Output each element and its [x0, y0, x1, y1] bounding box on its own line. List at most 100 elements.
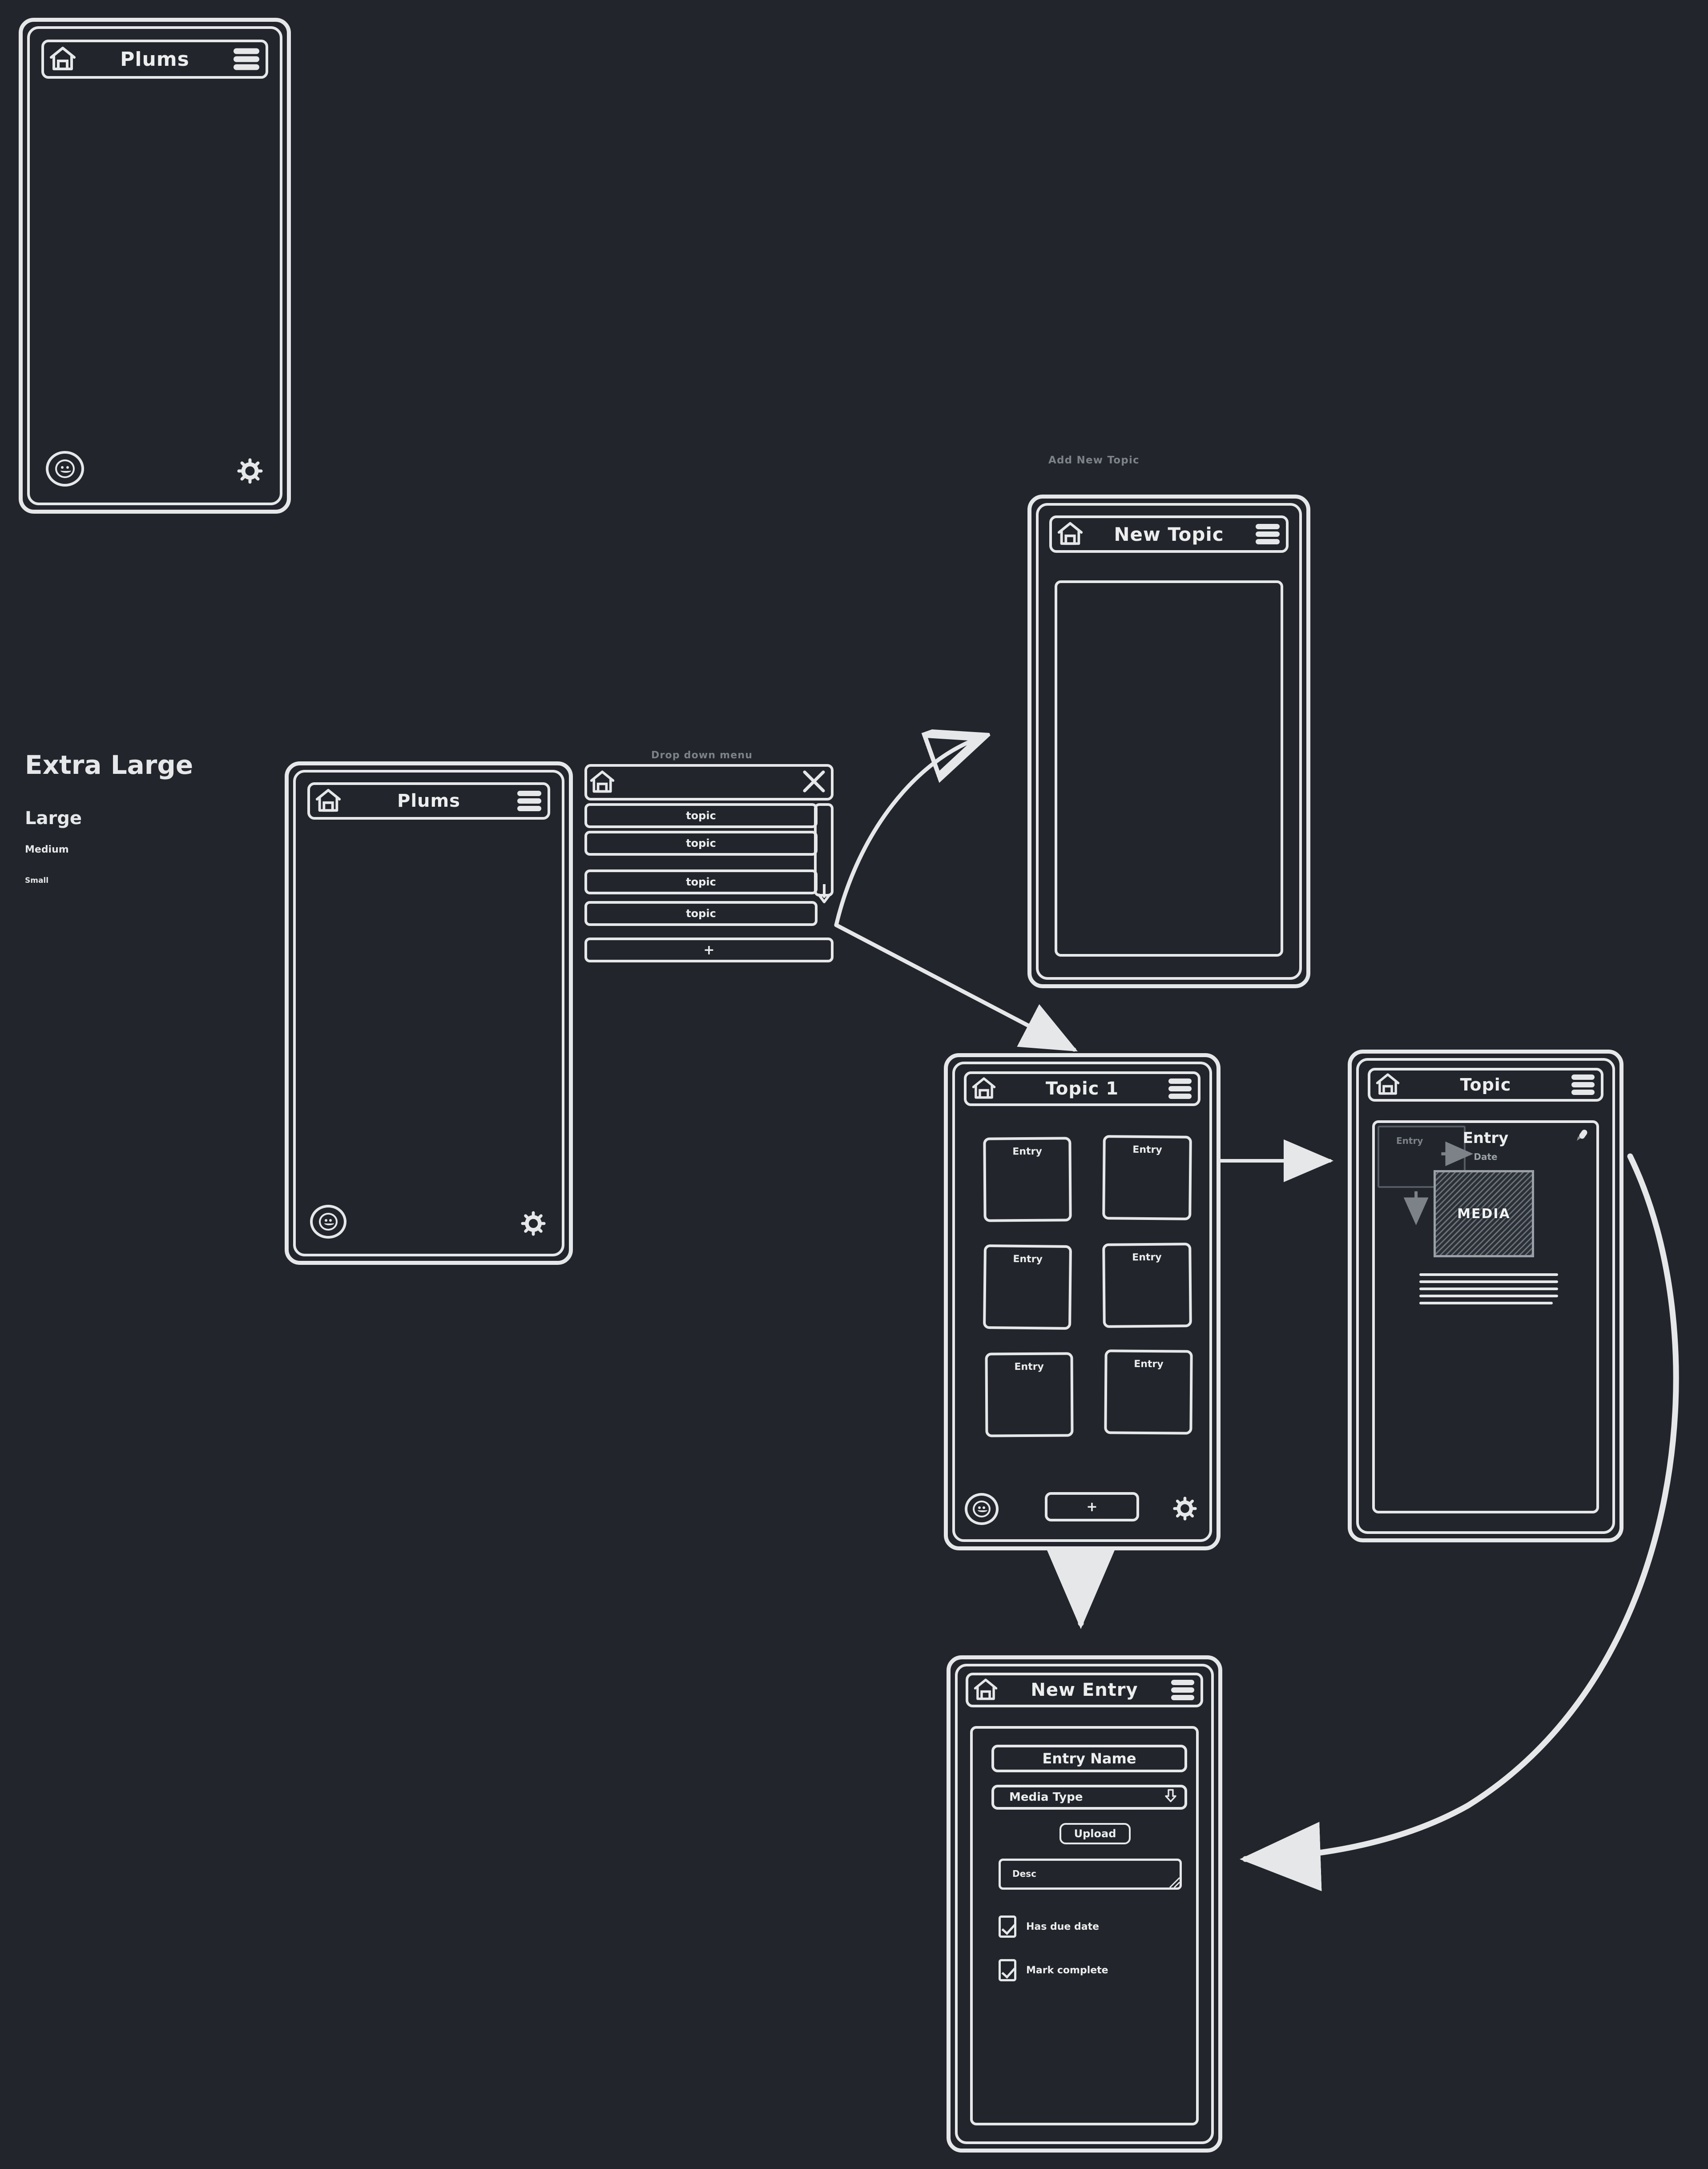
- titlebar-home-lg: Plums: [307, 782, 550, 820]
- profile-smiley-button[interactable]: [46, 451, 84, 487]
- screen-bezel: [27, 26, 282, 505]
- gear-icon[interactable]: [1172, 1496, 1198, 1523]
- home-icon[interactable]: [1056, 519, 1084, 549]
- titlebar-new-topic: New Topic: [1049, 515, 1289, 553]
- media-preview[interactable]: MEDIA: [1434, 1170, 1534, 1257]
- entry-card-label: Entry: [1012, 1146, 1042, 1158]
- checkbox-row-mark-complete[interactable]: Mark complete: [999, 1959, 1108, 1981]
- gear-icon[interactable]: [236, 457, 264, 487]
- plus-icon: +: [1086, 1499, 1098, 1515]
- titlebar-topic-list: Topic 1: [964, 1071, 1200, 1106]
- smiley-face-icon: [55, 459, 75, 478]
- type-spec-extra-large: Extra Large: [25, 750, 193, 780]
- entry-name-input[interactable]: Entry Name: [991, 1745, 1187, 1772]
- titlebar-entry-detail: Topic: [1368, 1068, 1603, 1102]
- page-title: Plums: [120, 48, 189, 71]
- entry-card-label: Entry: [1013, 1253, 1043, 1265]
- media-label: MEDIA: [1457, 1206, 1511, 1222]
- entry-description-lines: [1419, 1273, 1558, 1309]
- plus-icon: +: [703, 942, 715, 958]
- hamburger-menu-icon[interactable]: [1256, 524, 1280, 544]
- page-title: Topic 1: [1045, 1078, 1119, 1099]
- dropdown-item-label: topic: [686, 809, 716, 822]
- type-spec-medium: Medium: [25, 844, 69, 855]
- page-title: Plums: [397, 791, 460, 811]
- dropdown-item-topic-4[interactable]: topic: [584, 901, 818, 926]
- home-icon[interactable]: [973, 1676, 999, 1704]
- screen-home-large: Plums: [285, 761, 573, 1265]
- dropdown-item-label: topic: [686, 837, 716, 849]
- type-spec-large: Large: [25, 808, 82, 829]
- media-type-select[interactable]: Media Type: [991, 1785, 1187, 1810]
- home-icon[interactable]: [314, 786, 342, 816]
- screen-entry-detail: Topic Entry Entry Date MEDIA: [1348, 1050, 1623, 1542]
- dropdown-item-topic-3[interactable]: topic: [584, 869, 818, 894]
- gear-icon[interactable]: [520, 1210, 547, 1239]
- mark-complete-checkbox[interactable]: [999, 1959, 1016, 1981]
- dropdown-annotation: Drop down menu: [651, 750, 753, 761]
- entry-detail-date: Date: [1474, 1151, 1498, 1162]
- chevron-down-icon[interactable]: [816, 883, 833, 905]
- profile-smiley-button[interactable]: [310, 1205, 346, 1239]
- screen-new-topic: New Topic: [1027, 495, 1310, 988]
- dropdown-add-topic-button[interactable]: +: [584, 938, 834, 962]
- entry-card[interactable]: Entry: [985, 1352, 1074, 1437]
- description-placeholder: Desc: [1012, 1868, 1036, 1879]
- close-x-icon[interactable]: [802, 769, 826, 796]
- home-icon[interactable]: [971, 1075, 997, 1103]
- home-icon[interactable]: [589, 768, 616, 797]
- dropdown-item-topic-2[interactable]: topic: [584, 831, 818, 856]
- entry-card-label: Entry: [1132, 1252, 1162, 1264]
- hamburger-menu-icon[interactable]: [234, 48, 259, 70]
- checkbox-row-has-due-date[interactable]: Has due date: [999, 1915, 1099, 1938]
- dropdown-item-label: topic: [686, 876, 716, 888]
- entry-name-label: Entry Name: [1042, 1750, 1136, 1767]
- screen-bezel: [293, 770, 564, 1256]
- smiley-face-icon: [319, 1213, 338, 1231]
- hamburger-menu-icon[interactable]: [517, 791, 541, 811]
- screen-new-entry: New Entry Entry Name Media Type Upload D…: [947, 1655, 1222, 2153]
- new-topic-annotation: Add New Topic: [1048, 455, 1140, 466]
- entry-card[interactable]: Entry: [1102, 1135, 1192, 1220]
- add-entry-button[interactable]: +: [1045, 1492, 1139, 1521]
- mark-complete-label: Mark complete: [1026, 1964, 1108, 1976]
- page-title: New Entry: [1031, 1680, 1138, 1700]
- titlebar-new-entry: New Entry: [966, 1673, 1203, 1707]
- dropdown-item-topic-1[interactable]: topic: [584, 803, 818, 828]
- page-title: New Topic: [1114, 523, 1224, 545]
- home-icon[interactable]: [1375, 1071, 1401, 1099]
- entry-card[interactable]: Entry: [983, 1244, 1072, 1330]
- has-due-date-label: Has due date: [1026, 1921, 1100, 1932]
- arrow-dropdown-to-new-topic: [834, 738, 979, 927]
- hamburger-menu-icon[interactable]: [1171, 1680, 1194, 1700]
- screen-home-extra-large: Plums: [19, 18, 291, 514]
- entry-card[interactable]: Entry: [983, 1137, 1072, 1222]
- has-due-date-checkbox[interactable]: [999, 1915, 1016, 1938]
- new-topic-content-area[interactable]: [1055, 580, 1283, 957]
- entry-card-label: Entry: [1132, 1144, 1162, 1156]
- profile-smiley-button[interactable]: [965, 1493, 999, 1525]
- smiley-face-icon: [973, 1501, 991, 1517]
- media-type-label: Media Type: [1009, 1791, 1083, 1804]
- screen-topic-list: Topic 1 Entry Entry Entry Entry Entry En…: [944, 1053, 1221, 1550]
- titlebar-home-xl: Plums: [41, 40, 268, 79]
- hamburger-menu-icon[interactable]: [1571, 1074, 1595, 1095]
- page-title: Topic: [1460, 1075, 1511, 1095]
- description-textarea[interactable]: Desc: [999, 1859, 1182, 1890]
- pencil-edit-icon[interactable]: [1572, 1127, 1590, 1147]
- type-spec-small: Small: [25, 876, 49, 885]
- entry-card[interactable]: Entry: [1104, 1349, 1193, 1435]
- resize-grip-icon: [1169, 1877, 1180, 1887]
- dropdown-panel: topic topic topic topic +: [584, 764, 834, 982]
- chevron-down-icon: [1165, 1789, 1176, 1806]
- entry-card[interactable]: Entry: [1102, 1243, 1192, 1328]
- upload-button[interactable]: Upload: [1059, 1823, 1131, 1844]
- hamburger-menu-icon[interactable]: [1168, 1078, 1192, 1099]
- home-icon[interactable]: [48, 44, 77, 74]
- entry-card-label: Entry: [1014, 1361, 1044, 1373]
- dropdown-item-label: topic: [686, 907, 716, 920]
- new-entry-form-panel: Entry Name Media Type Upload Desc Has du…: [970, 1726, 1199, 2125]
- dropdown-header: [584, 764, 834, 801]
- entry-detail-panel: Entry Entry Date MEDIA: [1372, 1120, 1599, 1513]
- entry-card-label: Entry: [1134, 1358, 1164, 1370]
